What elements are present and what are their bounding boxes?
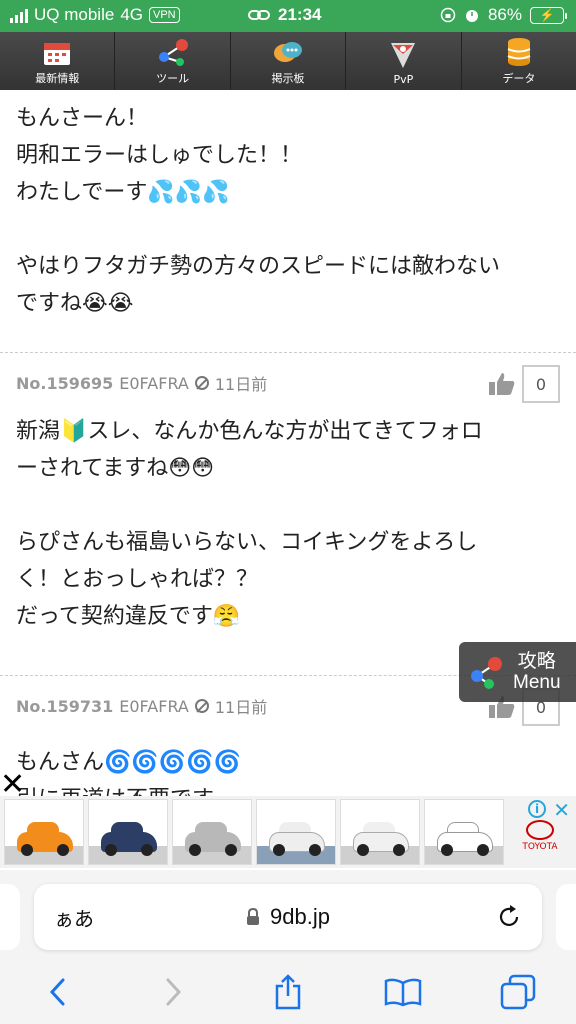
brand-label: TOYOTA	[522, 842, 558, 852]
post-line	[16, 487, 560, 524]
post-body: もんさーん！ 明和エラーはしゅでした！！ わたしでーす💦💦💦 やはりフタガチ勢の…	[0, 90, 576, 352]
carrier-label: UQ mobile	[34, 5, 115, 24]
user-id: E0FAFRA	[119, 373, 189, 393]
block-icon[interactable]	[194, 699, 209, 713]
rotation-lock-icon	[440, 7, 456, 23]
nav-item-board[interactable]: 掲示板	[230, 32, 347, 90]
ad-car-image[interactable]	[424, 799, 504, 865]
post-line: ーされてますね😳😳	[16, 456, 215, 481]
battery-icon: ⚡	[530, 6, 567, 24]
menu-label-en: Menu	[513, 672, 561, 693]
post-line: らぴさんも福島いらない、コイキングをよろし	[16, 530, 478, 555]
post-line: もんさーん！	[16, 106, 149, 131]
prev-tab-edge[interactable]	[0, 884, 20, 950]
book-icon	[384, 978, 422, 1007]
post-line: わたしでーす💦💦💦	[16, 180, 230, 205]
nav-label: ツール	[156, 72, 190, 85]
nav-label: 掲示板	[271, 72, 305, 85]
nav-item-news[interactable]: 最新情報	[0, 32, 116, 90]
tabs-icon	[501, 974, 536, 1010]
pvp-icon	[391, 43, 416, 68]
ad-car-image[interactable]	[256, 799, 336, 865]
post-header: No.159695 E0FAFRA 11日前 0	[0, 353, 576, 413]
share-icon	[471, 657, 502, 689]
post-number[interactable]: No.159731	[16, 697, 113, 716]
chevron-right-icon	[166, 978, 181, 1006]
forward-button[interactable]	[153, 972, 193, 1012]
share-icon	[158, 39, 188, 66]
nav-item-pvp[interactable]: PvP	[346, 32, 462, 90]
post-line: 新潟🔰スレ、なんか色んな方が出てきてフォロ	[16, 419, 483, 444]
post-number[interactable]: No.159695	[16, 374, 113, 393]
post-time: 11日前	[214, 698, 268, 717]
ad-car-image[interactable]	[340, 799, 420, 865]
share-sheet-icon	[275, 974, 301, 1010]
link-icon	[248, 10, 270, 20]
browser-chrome: ぁあ 9db.jp	[0, 870, 576, 1024]
next-tab-edge[interactable]	[556, 884, 576, 950]
ad-info-icon[interactable]: i	[528, 800, 546, 818]
browser-toolbar	[0, 970, 576, 1014]
chevron-left-icon	[49, 978, 65, 1006]
signal-icon	[10, 7, 28, 23]
thumbs-up-icon[interactable]	[488, 371, 516, 397]
nav-label: 最新情報	[35, 72, 80, 85]
post-line: 引に再道は不要です	[16, 781, 560, 796]
alarm-icon	[465, 10, 478, 22]
ad-car-image[interactable]	[4, 799, 84, 865]
like-count[interactable]: 0	[522, 365, 560, 403]
share-button[interactable]	[268, 972, 308, 1012]
post-time: 11日前	[214, 375, 268, 394]
back-button[interactable]	[38, 972, 78, 1012]
post-line: く！とおっしゃれば？？	[16, 567, 259, 592]
nav-label: PvP	[393, 73, 414, 86]
nav-item-data[interactable]: データ	[461, 32, 576, 90]
post-body: もんさん🌀🌀🌀🌀🌀 引に再道は不要です	[0, 736, 576, 796]
toyota-logo[interactable]: TOYOTA	[516, 820, 564, 864]
post-line: ですね😭😭	[16, 291, 134, 316]
post-line: もんさん🌀🌀🌀🌀🌀	[16, 750, 241, 775]
bookmarks-button[interactable]	[383, 972, 423, 1012]
block-icon[interactable]	[194, 376, 209, 390]
ad-car-image[interactable]	[172, 799, 252, 865]
ad-banner[interactable]	[0, 796, 576, 868]
menu-label-ja: 攻略	[517, 651, 556, 672]
lock-icon	[247, 908, 259, 925]
page-settings-button[interactable]: ぁあ	[54, 903, 94, 932]
tabs-button[interactable]	[498, 972, 538, 1012]
chat-icon	[274, 42, 303, 62]
ad-dismiss-icon[interactable]: ✕	[553, 798, 570, 822]
status-bar: UQ mobile 4G VPN 21:34 86% ⚡	[0, 0, 576, 32]
url-text: 9db.jp	[270, 904, 330, 929]
ad-car-image[interactable]	[88, 799, 168, 865]
calendar-icon	[44, 43, 71, 65]
reload-icon[interactable]	[496, 904, 522, 930]
post-line: だって契約違反です😤	[16, 604, 241, 629]
post-body: 新潟🔰スレ、なんか色んな方が出てきてフォロ ーされてますね😳😳 らぴさんも福島い…	[0, 413, 576, 675]
network-label: 4G	[120, 5, 143, 24]
strategy-menu-button[interactable]: 攻略 Menu	[459, 642, 576, 702]
vpn-badge: VPN	[149, 7, 180, 23]
post-line	[16, 211, 560, 248]
post-line: 明和エラーはしゅでした！！	[16, 143, 303, 168]
address-bar[interactable]: ぁあ 9db.jp	[34, 884, 542, 950]
battery-percent: 86%	[487, 5, 522, 24]
nav-label: データ	[502, 72, 536, 85]
nav-item-tools[interactable]: ツール	[115, 32, 231, 90]
database-icon	[507, 38, 531, 66]
post-line: やはりフタガチ勢の方々のスピードには敵わない	[16, 254, 501, 279]
user-id: E0FAFRA	[119, 696, 189, 716]
clock: 21:34	[278, 5, 322, 24]
top-nav: 最新情報 ツール 掲示板 PvP データ	[0, 32, 576, 90]
